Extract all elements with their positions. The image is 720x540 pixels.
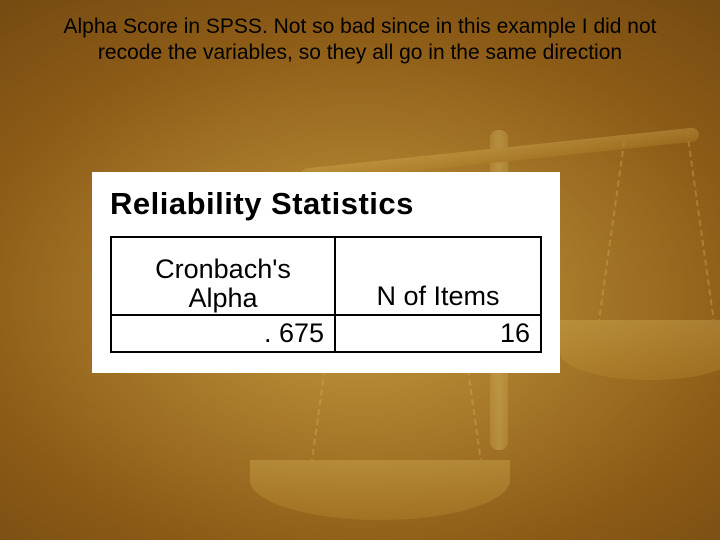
col-header-nitems: N of Items [335, 237, 541, 315]
col-header-alpha-line1: Cronbach's [122, 255, 324, 283]
value-n-items: 16 [335, 315, 541, 352]
col-header-alpha-line2: Alpha [122, 284, 324, 312]
slide-title: Alpha Score in SPSS. Not so bad since in… [40, 14, 680, 67]
reliability-table: Cronbach's Alpha N of Items . 675 16 [110, 236, 542, 353]
table-row: . 675 16 [111, 315, 541, 352]
stats-panel: Reliability Statistics Cronbach's Alpha … [92, 172, 560, 373]
table-header-row: Cronbach's Alpha N of Items [111, 237, 541, 315]
col-header-alpha: Cronbach's Alpha [111, 237, 335, 315]
value-cronbach-alpha: . 675 [111, 315, 335, 352]
panel-heading: Reliability Statistics [110, 186, 542, 222]
